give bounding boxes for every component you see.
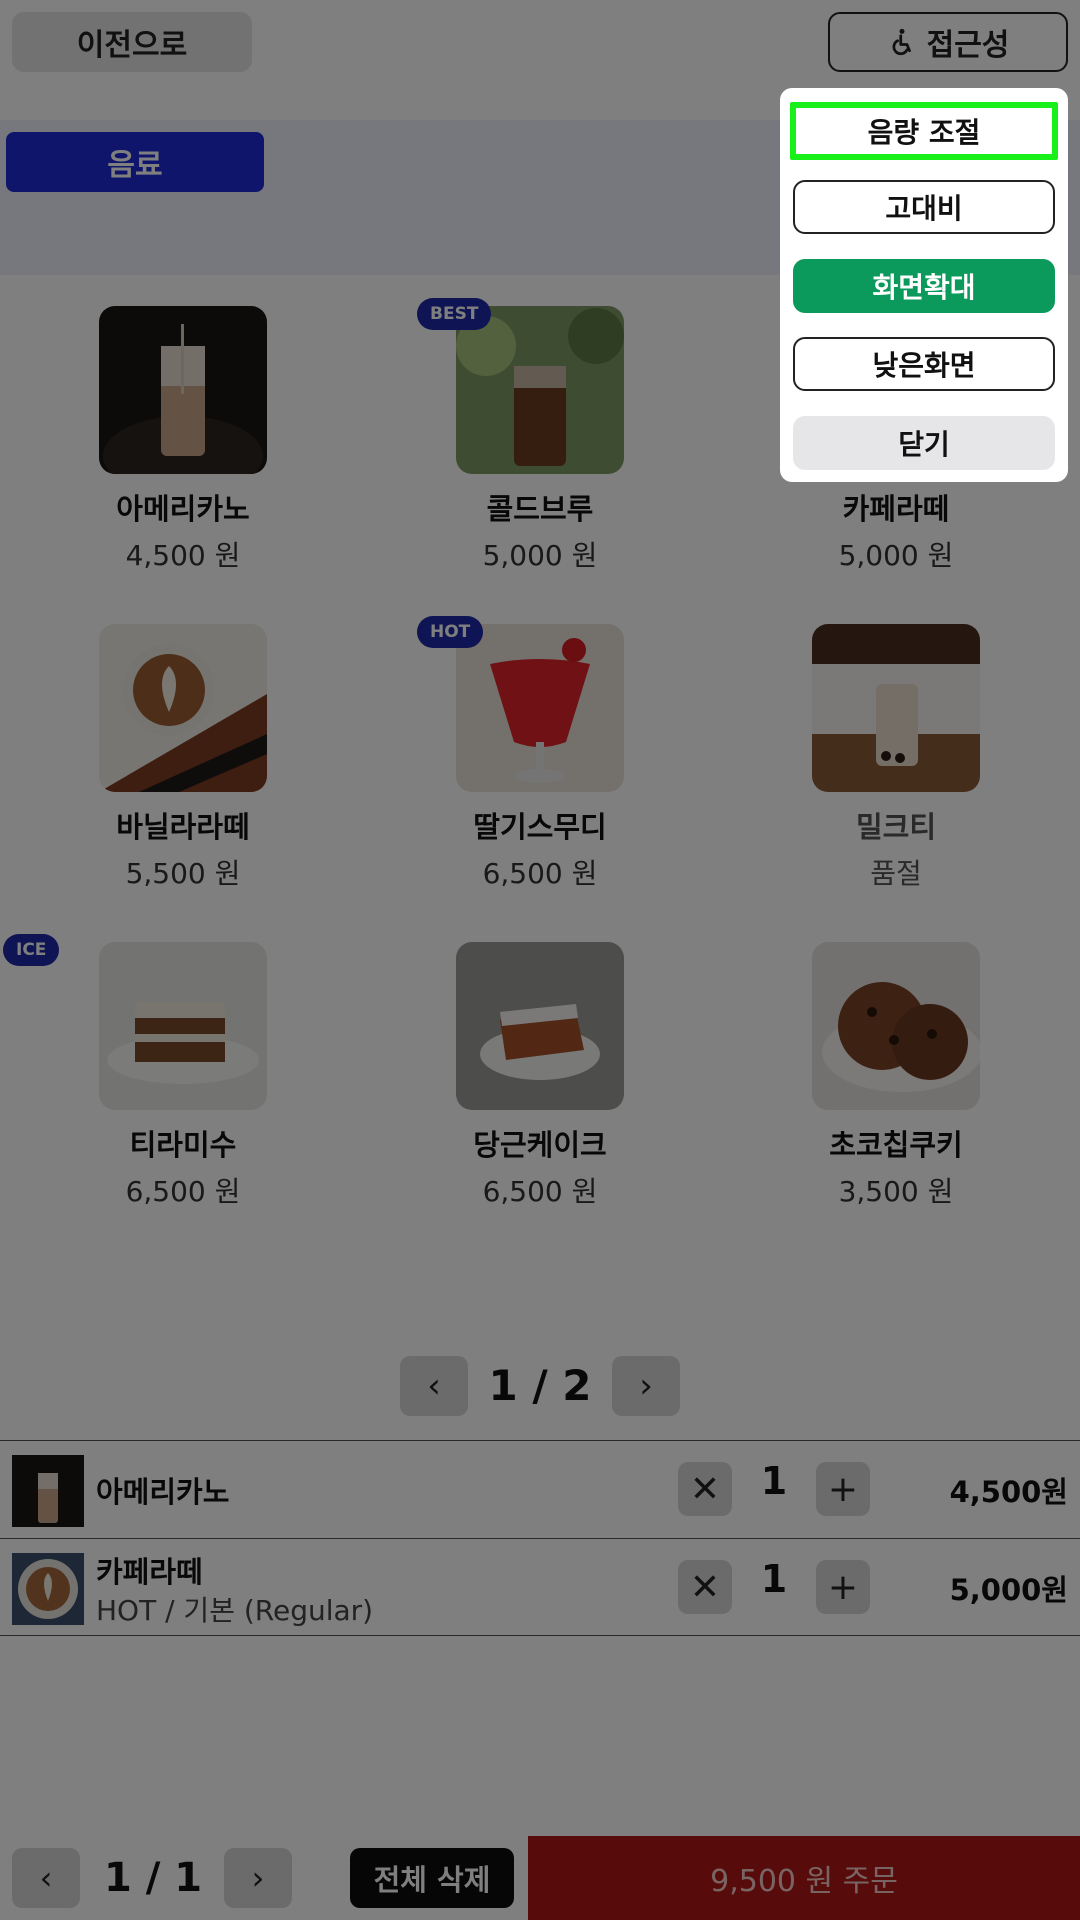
zoom-button[interactable]: 화면확대 [793, 259, 1055, 313]
high-contrast-button[interactable]: 고대비 [793, 180, 1055, 234]
low-screen-button[interactable]: 낮은화면 [793, 337, 1055, 391]
accessibility-menu: 음량 조절 고대비 화면확대 낮은화면 닫기 [780, 88, 1068, 482]
close-menu-button[interactable]: 닫기 [793, 416, 1055, 470]
volume-button[interactable]: 음량 조절 [790, 102, 1058, 160]
